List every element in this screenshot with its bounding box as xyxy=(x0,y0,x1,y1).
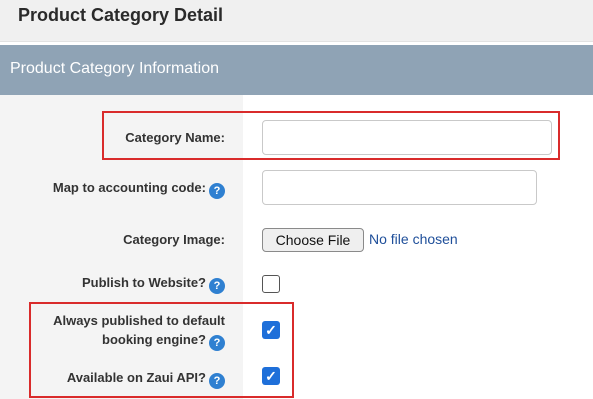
page-title: Product Category Detail xyxy=(18,5,224,25)
question-circle-icon[interactable]: ? xyxy=(209,278,225,294)
category-name-label: Category Name: xyxy=(125,130,225,145)
zaui-api-label: Available on Zaui API?? xyxy=(0,368,225,389)
default-booking-label: Always published to default booking engi… xyxy=(53,313,225,351)
category-name-input[interactable] xyxy=(262,120,552,155)
section-title: Product Category Information xyxy=(10,60,219,77)
section-header: Product Category Information xyxy=(0,45,593,95)
accounting-code-input[interactable] xyxy=(262,170,537,205)
publish-website-checkbox[interactable] xyxy=(262,275,280,293)
category-image-label: Category Image: xyxy=(123,232,225,247)
accounting-code-label: Map to accounting code:? xyxy=(0,178,225,199)
default-booking-checkbox[interactable]: ✓ xyxy=(262,321,280,339)
file-status-text: No file chosen xyxy=(369,231,458,247)
question-circle-icon[interactable]: ? xyxy=(209,373,225,389)
publish-website-label: Publish to Website?? xyxy=(0,273,225,294)
question-circle-icon[interactable]: ? xyxy=(209,183,225,199)
zaui-api-checkbox[interactable]: ✓ xyxy=(262,367,280,385)
page-header: Product Category Detail xyxy=(0,0,593,42)
question-circle-icon[interactable]: ? xyxy=(209,335,225,351)
choose-file-button[interactable]: Choose File xyxy=(262,228,364,252)
checkmark-icon: ✓ xyxy=(265,368,277,384)
checkmark-icon: ✓ xyxy=(265,322,277,338)
